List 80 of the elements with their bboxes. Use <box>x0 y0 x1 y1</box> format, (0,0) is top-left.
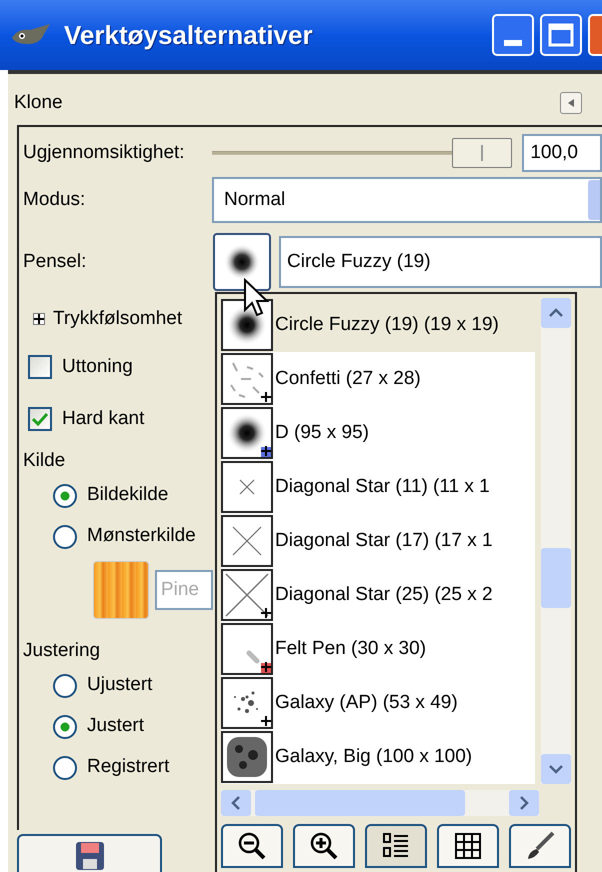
slider-thumb[interactable] <box>452 138 512 168</box>
zoom-in-icon <box>309 831 339 861</box>
radio-button[interactable] <box>53 524 77 548</box>
radio-label: Registrert <box>87 755 170 780</box>
field-label: Pensel: <box>23 250 88 274</box>
opacity-value-field[interactable]: 100,0 <box>522 134 602 172</box>
brush-name: Felt Pen (30 x 30) <box>275 636 426 661</box>
group-heading: Justering <box>23 639 102 663</box>
pattern-swatch[interactable] <box>93 561 149 619</box>
brush-thumbnail-icon <box>221 677 273 729</box>
toolbar-button[interactable] <box>293 824 355 868</box>
scrollbar-thumb[interactable] <box>255 790 465 816</box>
minimize-button[interactable] <box>492 14 534 56</box>
radio-button[interactable] <box>53 484 77 508</box>
brush-thumbnail-icon <box>221 731 273 783</box>
brush-thumbnail-icon <box>221 299 273 351</box>
toolbar-button[interactable] <box>437 824 499 868</box>
maximize-button[interactable] <box>540 14 582 56</box>
brush-name: Diagonal Star (11) (11 x 1 <box>275 474 490 499</box>
field-label: Ugjennomsiktighet: <box>23 140 186 165</box>
brush-name: Galaxy, Big (100 x 100) <box>275 744 472 769</box>
checkbox-label: Uttoning <box>62 354 133 379</box>
save-button[interactable] <box>17 834 162 872</box>
maximize-icon <box>548 23 574 47</box>
grid-view-icon <box>453 831 483 861</box>
toolbar-button[interactable] <box>365 824 427 868</box>
minimize-icon <box>504 40 522 46</box>
brush-name: Confetti (27 x 28) <box>275 366 421 391</box>
field-label: Modus: <box>23 188 86 212</box>
window-title: Verktøysalternativer <box>64 18 313 52</box>
check-mark-icon <box>32 412 48 426</box>
zoom-out-icon <box>237 831 267 861</box>
tool-name: Klone <box>14 90 63 115</box>
brush-name: Galaxy (AP) (53 x 49) <box>275 690 458 715</box>
caret-left-icon <box>231 796 241 810</box>
brush-list-item[interactable]: Circle Fuzzy (19) (19 x 19) <box>221 298 536 352</box>
group-heading: Kilde <box>23 449 66 473</box>
caret-right-icon <box>519 796 529 810</box>
brush-name: Diagonal Star (17) (17 x 1 <box>275 528 493 553</box>
vertical-scrollbar[interactable] <box>541 298 571 784</box>
section-label: Trykkfølsomhet <box>53 306 182 331</box>
expander-icon[interactable] <box>33 313 45 325</box>
scroll-down-button[interactable] <box>541 754 571 784</box>
brush-name: D (95 x 95) <box>275 420 369 445</box>
brush-thumbnail-icon <box>221 569 273 621</box>
radio-label: Ujustert <box>87 673 152 698</box>
brush-thumbnail-icon <box>221 623 273 675</box>
brush-name: Diagonal Star (25) (25 x 2 <box>275 582 493 607</box>
caret-up-icon <box>549 308 564 318</box>
scroll-right-button[interactable] <box>509 790 539 816</box>
radio-dot-icon <box>60 722 70 732</box>
toolbar-button[interactable] <box>221 824 283 868</box>
toolbar-button[interactable] <box>509 824 571 868</box>
checkbox[interactable] <box>28 355 52 379</box>
scrollbar-thumb[interactable] <box>541 548 571 608</box>
caret-down-icon <box>549 764 564 774</box>
radio-label: Justert <box>87 714 144 738</box>
close-button[interactable] <box>588 14 602 56</box>
radio-button[interactable] <box>53 714 77 738</box>
brush-thumbnail-icon <box>221 353 273 405</box>
mode-dropdown[interactable]: Normal <box>212 177 602 223</box>
brush-thumbnail-icon <box>221 515 273 567</box>
checkbox-label: Hard kant <box>62 406 144 431</box>
scroll-left-button[interactable] <box>221 790 251 816</box>
brush-name: Circle Fuzzy (19) (19 x 19) <box>275 312 499 337</box>
triangle-left-icon <box>566 98 576 108</box>
radio-button[interactable] <box>53 674 77 698</box>
horizontal-scrollbar[interactable] <box>221 790 539 816</box>
brush-thumbnail-icon <box>221 407 273 459</box>
paintbrush-icon <box>525 831 555 861</box>
radio-label: Mønsterkilde <box>87 524 196 548</box>
brush-button[interactable] <box>213 233 271 291</box>
brush-thumbnail-icon <box>221 461 273 513</box>
collapse-button[interactable] <box>560 92 582 114</box>
scroll-up-button[interactable] <box>541 298 571 328</box>
checkbox[interactable] <box>28 407 52 431</box>
radio-label: Bildekilde <box>87 483 168 508</box>
brush-name-field[interactable]: Circle Fuzzy (19) <box>279 236 602 288</box>
radio-button[interactable] <box>53 756 77 780</box>
radio-dot-icon <box>60 490 70 500</box>
